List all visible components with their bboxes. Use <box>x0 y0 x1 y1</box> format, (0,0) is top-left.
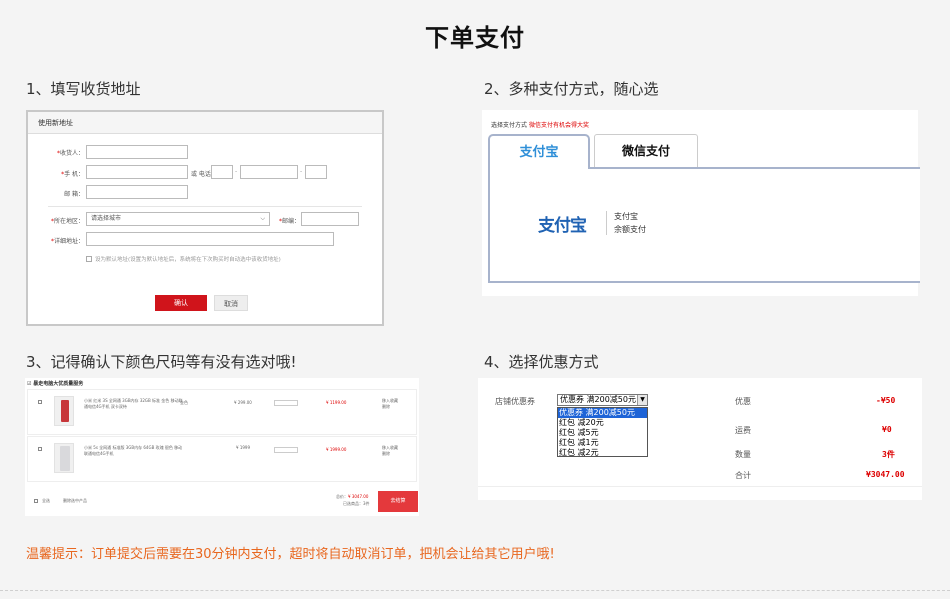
coupon-panel: 店铺优惠券 优惠券 满200减50元 ▼ 优惠券 满200减50元 红包 减20元… <box>478 378 922 500</box>
region-select[interactable]: 请选择城市 ⌵ <box>86 212 270 226</box>
step-3-title: 3、记得确认下颜色尺码等有没有选对哦! <box>26 353 297 371</box>
selected-count: 已选商品：3件 <box>343 501 370 506</box>
coupon-option[interactable]: 红包 减1元 <box>558 438 647 448</box>
discount-label: 优惠 <box>735 397 751 406</box>
item-actions[interactable]: 移入收藏 删除 <box>382 445 400 457</box>
phone-ext-input[interactable] <box>305 165 327 179</box>
product-color: 金色 <box>180 400 188 405</box>
coupon-option[interactable]: 红包 减20元 <box>558 418 647 428</box>
email-label: 邮 箱： <box>64 191 84 198</box>
payment-tab-body: 支付宝 支付宝 余额支付 <box>488 167 920 283</box>
product-price: ¥ 1999 <box>236 445 250 450</box>
chevron-down-icon: ⌵ <box>260 215 265 222</box>
step-4-title: 4、选择优惠方式 <box>484 353 599 371</box>
phone-image <box>61 400 69 422</box>
product-subtotal: ¥ 1199.00 <box>326 400 347 405</box>
phone-number-input[interactable] <box>240 165 298 179</box>
default-address-text: 设为默认地址(设置为默认地址后，系统将在下次购买时自动选中该收货地址) <box>95 257 281 263</box>
page-title: 下单支付 <box>425 24 525 52</box>
confirm-button[interactable]: 确认 <box>155 295 207 311</box>
quantity-label: 数量 <box>735 450 751 459</box>
store-coupon-label: 店铺优惠券 <box>495 397 535 406</box>
cart-shop-header: ☑ 暴走电脑大优质量服务 <box>27 381 84 387</box>
step-1-title: 1、填写收货地址 <box>26 80 141 98</box>
payment-header: 选择支付方式 微信支付有机会得大奖 <box>491 122 589 129</box>
address-form-panel: 使用新地址 *收货人： *手 机： 或 电话 - - 邮 箱： *所在地区： 请… <box>26 110 384 326</box>
zip-label: *邮编： <box>278 218 300 225</box>
select-all-label[interactable]: 全选 <box>42 498 50 504</box>
alipay-name: 支付宝 <box>614 212 638 221</box>
alipay-logo[interactable]: 支付宝 <box>538 211 587 236</box>
step-2-title: 2、多种支付方式，随心选 <box>484 80 659 98</box>
coupon-option[interactable]: 优惠券 满200减50元 <box>558 408 647 418</box>
coupon-option[interactable]: 红包 减5元 <box>558 428 647 438</box>
product-desc[interactable]: 小米 红米 3S 全网通 3GB内存 32GB 标准 金色 移动联通电信4G手机… <box>84 398 184 410</box>
select-all-checkbox[interactable] <box>34 499 38 503</box>
default-address-checkbox[interactable] <box>86 256 92 262</box>
total-value: ¥3047.00 <box>866 470 905 479</box>
region-label: *所在地区： <box>50 218 84 225</box>
phone-area-input[interactable] <box>211 165 233 179</box>
cart-total: 总价：¥ 3047.00 <box>336 494 369 499</box>
address-form-header: 使用新地址 <box>28 112 382 134</box>
product-price: ¥ 299.00 <box>234 400 252 405</box>
shipping-value: ¥0 <box>882 425 892 434</box>
table-row: 小米 红米 3S 全网通 3GB内存 32GB 标准 金色 移动联通电信4G手机… <box>27 389 417 435</box>
bottom-divider <box>0 590 950 591</box>
payment-panel: 选择支付方式 微信支付有机会得大奖 支付宝 微信支付 支付宝 支付宝 余额支付 <box>482 110 920 296</box>
product-thumbnail[interactable] <box>54 443 74 473</box>
quantity-value: 3件 <box>882 450 895 459</box>
receiver-input[interactable] <box>86 145 188 159</box>
mobile-label: *手 机： <box>61 171 84 178</box>
coupon-dropdown-list[interactable]: 优惠券 满200减50元 红包 减20元 红包 减5元 红包 减1元 红包 减2… <box>557 407 648 457</box>
email-input[interactable] <box>86 185 188 199</box>
cancel-button[interactable]: 取消 <box>214 295 248 311</box>
table-row: 小米 5s 全网通 标准版 3GB内存 64GB 玫瑰 银色 移动联通电信4G手… <box>27 436 417 482</box>
phone-dash-2: - <box>300 168 303 175</box>
coupon-select[interactable]: 优惠券 满200减50元 ▼ <box>557 394 648 406</box>
receiver-label: *收货人： <box>56 150 84 157</box>
item-checkbox[interactable] <box>38 400 42 404</box>
quantity-stepper[interactable] <box>274 447 298 453</box>
phone-or-label: 或 电话 <box>191 171 211 178</box>
product-desc[interactable]: 小米 5s 全网通 标准版 3GB内存 64GB 玫瑰 银色 移动联通电信4G手… <box>84 445 184 457</box>
total-label: 合计 <box>735 471 751 480</box>
phone-image <box>60 446 70 471</box>
detail-address-input[interactable] <box>86 232 334 246</box>
item-actions[interactable]: 移入收藏 删除 <box>382 398 400 410</box>
checkout-button[interactable]: 去结算 <box>378 491 418 512</box>
discount-value: -¥50 <box>876 396 896 405</box>
logo-separator <box>606 211 607 235</box>
cart-panel: ☑ 暴走电脑大优质量服务 小米 红米 3S 全网通 3GB内存 32GB 标准 … <box>25 378 419 516</box>
quantity-stepper[interactable] <box>274 400 298 406</box>
delete-selected-link[interactable]: 删除选中产品 <box>63 498 87 504</box>
tab-alipay[interactable]: 支付宝 <box>488 134 590 169</box>
product-subtotal: ¥ 1999.00 <box>326 447 347 452</box>
warm-notice: 温馨提示：订单提交后需要在30分钟内支付，超时将自动取消订单，把机会让给其它用户… <box>26 547 555 562</box>
chevron-down-icon: ▼ <box>637 395 647 405</box>
detail-address-label: *详细地址： <box>50 238 84 245</box>
zip-input[interactable] <box>301 212 359 226</box>
coupon-option[interactable]: 红包 减2元 <box>558 448 647 458</box>
form-divider <box>48 206 362 207</box>
shipping-label: 运费 <box>735 426 751 435</box>
mobile-input[interactable] <box>86 165 188 179</box>
item-checkbox[interactable] <box>38 447 42 451</box>
tab-wechat-pay[interactable]: 微信支付 <box>594 134 698 167</box>
product-thumbnail[interactable] <box>54 396 74 426</box>
panel-divider <box>478 486 922 487</box>
alipay-balance-pay: 余额支付 <box>614 225 646 234</box>
phone-dash-1: - <box>235 168 238 175</box>
